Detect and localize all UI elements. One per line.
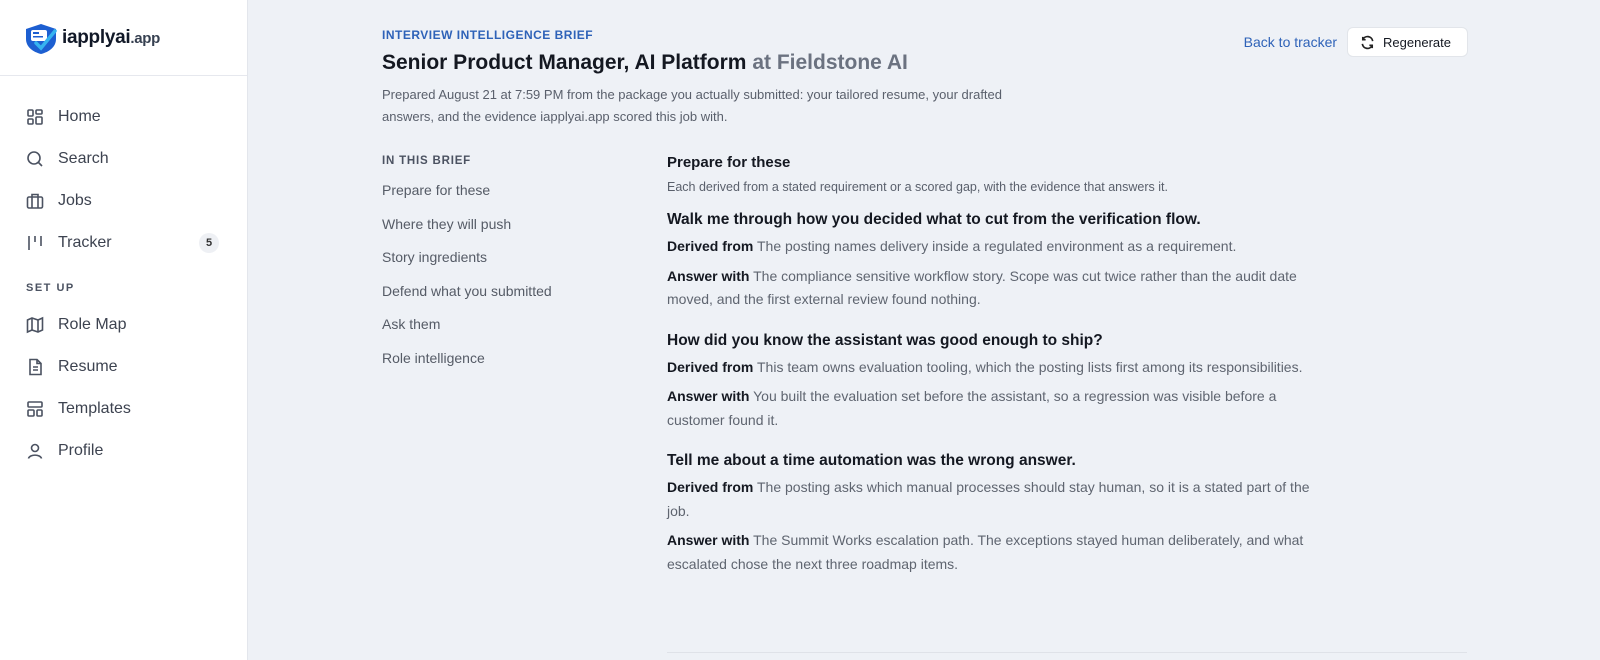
answer-with-row: Answer with The compliance sensitive wor… (667, 265, 1317, 312)
derived-from-row: Derived from This team owns evaluation t… (667, 356, 1317, 380)
question-title: Tell me about a time automation was the … (667, 452, 1076, 469)
brief-subtitle: Prepared August 21 at 7:59 PM from the p… (382, 87, 1003, 124)
refresh-icon (1361, 35, 1374, 49)
logo-icon (26, 23, 57, 54)
sidebar-item-jobs[interactable]: Jobs (0, 180, 247, 222)
page-title: Senior Product Manager, AI Platform at F… (382, 51, 908, 75)
toc-item-prepare[interactable]: Prepare for these (382, 179, 622, 213)
prepare-section: Prepare for these Each derived from a st… (667, 154, 1467, 576)
sidebar-item-role-map[interactable]: Role Map (0, 304, 247, 346)
tracker-count-badge: 5 (199, 233, 219, 253)
toc-item-push[interactable]: Where they will push (382, 213, 622, 247)
sidebar-item-label: Tracker (58, 234, 112, 251)
derived-from-label: Derived from (667, 479, 754, 495)
answer-with-label: Answer with (667, 388, 750, 404)
sidebar-item-templates[interactable]: Templates (0, 388, 247, 430)
sidebar-item-label: Resume (58, 358, 118, 375)
answer-with-text: The compliance sensitive workflow story.… (667, 267, 1297, 308)
tracker-columns-icon (28, 236, 42, 250)
sidebar-item-resume[interactable]: Resume (0, 346, 247, 388)
document-icon (29, 358, 42, 376)
derived-from-text: The posting asks which manual processes … (667, 479, 1310, 519)
derived-from-text: This team owns evaluation tooling, which… (757, 358, 1303, 375)
question-card: How did you know the assistant was good … (667, 332, 1467, 433)
sidebar-item-label: Home (58, 108, 101, 125)
logo[interactable]: iapplyai.app (0, 0, 247, 76)
answer-with-text: You built the evaluation set before the … (667, 388, 1277, 428)
back-to-tracker-link[interactable]: Back to tracker (1244, 34, 1337, 50)
sidebar-item-label: Search (58, 150, 109, 167)
regenerate-button[interactable]: Regenerate (1347, 27, 1468, 57)
question-title: Walk me through how you decided what to … (667, 211, 1201, 228)
sidebar-item-label: Templates (58, 400, 131, 417)
map-icon (26, 316, 44, 334)
section-divider (667, 652, 1467, 653)
answer-with-text: The Summit Works escalation path. The ex… (667, 532, 1304, 572)
derived-from-row: Derived from The posting asks which manu… (667, 476, 1317, 523)
main-content: INTERVIEW INTELLIGENCE BRIEF Senior Prod… (248, 0, 1600, 660)
templates-icon (27, 401, 43, 417)
derived-from-row: Derived from The posting names delivery … (667, 235, 1317, 259)
search-icon (27, 151, 43, 167)
toc-item-story[interactable]: Story ingredients (382, 246, 622, 280)
sidebar-item-tracker[interactable]: Tracker 5 (0, 222, 247, 264)
toc-item-role-intel[interactable]: Role intelligence (382, 347, 622, 381)
toc-label: IN THIS BRIEF (382, 155, 471, 167)
company-name: at Fieldstone AI (752, 51, 908, 74)
home-grid-icon (27, 109, 43, 125)
brief-eyebrow: INTERVIEW INTELLIGENCE BRIEF (382, 28, 594, 42)
derived-from-label: Derived from (667, 358, 754, 375)
sidebar-item-label: Profile (58, 442, 104, 459)
derived-from-label: Derived from (667, 238, 754, 254)
setup-section-label: SET UP (26, 282, 75, 294)
section-description: Each derived from a stated requirement o… (667, 180, 1168, 194)
answer-with-row: Answer with The Summit Works escalation … (667, 529, 1317, 576)
question-title: How did you know the assistant was good … (667, 331, 1103, 349)
sidebar-item-home[interactable]: Home (0, 96, 247, 138)
sidebar-item-label: Jobs (58, 192, 92, 209)
question-card: Walk me through how you decided what to … (667, 211, 1467, 312)
toc-item-ask[interactable]: Ask them (382, 313, 622, 347)
sidebar-item-profile[interactable]: Profile (0, 430, 247, 472)
answer-with-row: Answer with You built the evaluation set… (667, 385, 1317, 432)
sidebar-item-label: Role Map (58, 316, 127, 333)
derived-from-text: The posting names delivery inside a regu… (757, 238, 1237, 254)
job-title: Senior Product Manager, AI Platform (382, 51, 747, 74)
regenerate-label: Regenerate (1383, 34, 1451, 50)
toc-item-defend[interactable]: Defend what you submitted (382, 280, 622, 314)
sidebar-nav: Home Search Jobs Tracker 5 SET UP Role M… (0, 76, 247, 472)
brief-toc: IN THIS BRIEF Prepare for these Where th… (382, 155, 622, 380)
answer-with-label: Answer with (667, 532, 750, 548)
section-title: Prepare for these (667, 154, 791, 171)
header-actions: Back to tracker Regenerate (1244, 27, 1468, 57)
sidebar-item-search[interactable]: Search (0, 138, 247, 180)
logo-text: iapplyai.app (62, 26, 160, 48)
question-card: Tell me about a time automation was the … (667, 452, 1467, 576)
briefcase-icon (26, 193, 44, 209)
answer-with-label: Answer with (667, 267, 750, 284)
sidebar: iapplyai.app Home Search Jobs Tracker 5 … (0, 0, 248, 660)
user-icon (27, 443, 43, 459)
